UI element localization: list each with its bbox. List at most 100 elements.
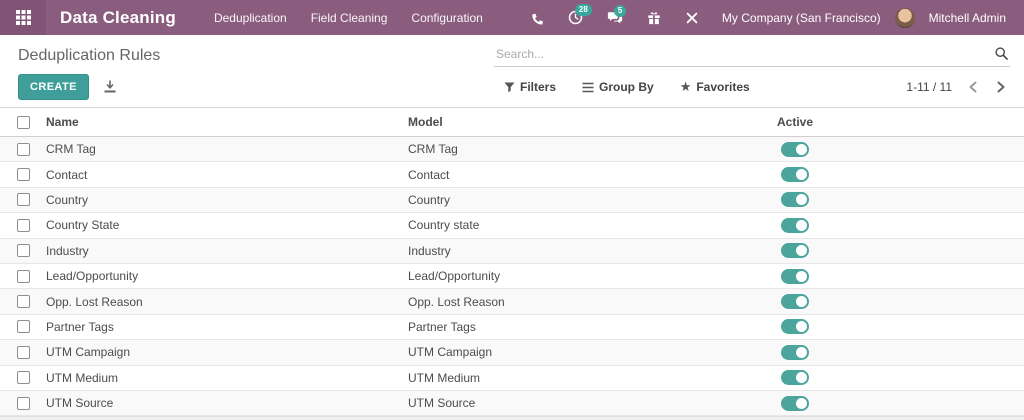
filters-button[interactable]: Filters xyxy=(504,80,556,94)
toggle-knob xyxy=(796,397,807,409)
table-row[interactable]: UTM Campaign UTM Campaign xyxy=(0,340,1024,366)
active-toggle[interactable] xyxy=(781,294,809,310)
rule-model: Country state xyxy=(408,218,480,233)
rule-model: Partner Tags xyxy=(408,319,476,334)
systray: 28 5 My Company (San Francisco) Mitchell… xyxy=(521,2,1024,33)
rule-name: Country xyxy=(46,192,89,207)
row-checkbox[interactable] xyxy=(16,193,30,207)
active-toggle[interactable] xyxy=(781,395,809,411)
row-checkbox[interactable] xyxy=(16,396,30,410)
group-by-label: Group By xyxy=(599,80,654,94)
select-all-checkbox[interactable] xyxy=(16,115,30,129)
toggle-knob xyxy=(796,143,807,155)
rule-model: Country xyxy=(408,192,451,207)
table-row[interactable]: Partner Tags Partner Tags xyxy=(0,314,1024,341)
company-switcher[interactable]: My Company (San Francisco) xyxy=(714,11,889,25)
table-row[interactable]: CRM Tag CRM Tag xyxy=(0,137,1024,163)
toggle-knob xyxy=(796,169,807,181)
toggle-knob xyxy=(796,245,807,257)
main-menu: Deduplication Field Cleaning Configuration xyxy=(204,1,493,35)
apps-grid-icon xyxy=(15,10,31,25)
rule-model: Industry xyxy=(408,243,451,258)
control-panel: Deduplication Rules CREATE xyxy=(0,35,1024,107)
app-title[interactable]: Data Cleaning xyxy=(60,8,176,28)
active-toggle[interactable] xyxy=(781,319,809,335)
table-row[interactable]: Opp. Lost Reason Opp. Lost Reason xyxy=(0,289,1024,315)
active-toggle[interactable] xyxy=(781,141,809,157)
toggle-knob xyxy=(796,346,807,358)
column-header-name[interactable]: Name xyxy=(46,115,408,129)
rule-name: Lead/Opportunity xyxy=(46,269,139,284)
rule-name: UTM Campaign xyxy=(46,345,131,360)
tools-button[interactable] xyxy=(676,3,708,33)
row-checkbox[interactable] xyxy=(16,371,30,385)
active-toggle[interactable] xyxy=(781,344,809,360)
table-row[interactable]: Industry Industry xyxy=(0,238,1024,264)
rule-model: Lead/Opportunity xyxy=(408,269,501,284)
group-by-bars-icon xyxy=(582,82,594,92)
create-button[interactable]: CREATE xyxy=(18,74,89,100)
activities-button[interactable]: 28 xyxy=(559,2,592,33)
messages-button[interactable]: 5 xyxy=(598,3,632,33)
rule-model: CRM Tag xyxy=(408,142,458,157)
active-toggle[interactable] xyxy=(781,243,809,259)
nav-item-field-cleaning[interactable]: Field Cleaning xyxy=(301,1,398,35)
active-toggle[interactable] xyxy=(781,192,809,208)
top-navbar: Data Cleaning Deduplication Field Cleanin… xyxy=(0,0,1024,35)
table-row[interactable]: Contact Contact xyxy=(0,162,1024,188)
star-icon: ★ xyxy=(679,79,692,94)
rule-name: Contact xyxy=(46,167,88,182)
search-icon[interactable] xyxy=(995,47,1008,63)
row-checkbox[interactable] xyxy=(16,345,30,359)
column-header-model[interactable]: Model xyxy=(408,115,740,129)
table-row[interactable]: UTM Source UTM Source xyxy=(0,390,1024,417)
table-body: CRM Tag CRM Tag Contact Contact Country Count… xyxy=(0,137,1024,417)
row-checkbox[interactable] xyxy=(16,168,30,182)
rule-name: UTM Medium xyxy=(46,370,119,385)
gift-button[interactable] xyxy=(638,3,670,33)
favorites-button[interactable]: ★ Favorites xyxy=(680,79,750,95)
row-checkbox[interactable] xyxy=(16,218,30,232)
row-checkbox[interactable] xyxy=(16,269,30,283)
user-avatar[interactable] xyxy=(894,7,915,28)
filters-label: Filters xyxy=(520,80,557,94)
group-by-button[interactable]: Group By xyxy=(582,80,654,94)
message-count-badge: 5 xyxy=(613,4,627,17)
active-toggle[interactable] xyxy=(781,268,809,284)
row-checkbox[interactable] xyxy=(16,244,30,258)
rule-model: Contact xyxy=(408,167,450,182)
pager-next-button[interactable] xyxy=(994,79,1008,95)
voip-phone-button[interactable] xyxy=(521,3,553,33)
user-menu[interactable]: Mitchell Admin xyxy=(921,11,1014,25)
rule-name: CRM Tag xyxy=(46,142,96,157)
pager-previous-button[interactable] xyxy=(966,79,980,95)
phone-icon xyxy=(532,13,543,24)
active-toggle[interactable] xyxy=(781,370,809,386)
rule-model: UTM Source xyxy=(408,396,476,411)
rule-model: Opp. Lost Reason xyxy=(408,294,505,309)
table-row[interactable]: Lead/Opportunity Lead/Opportunity xyxy=(0,263,1024,290)
page-title: Deduplication Rules xyxy=(18,47,161,64)
row-checkbox[interactable] xyxy=(16,142,30,156)
column-header-active[interactable]: Active xyxy=(740,115,850,129)
nav-item-deduplication[interactable]: Deduplication xyxy=(204,1,297,35)
search-box xyxy=(494,43,1010,67)
row-checkbox[interactable] xyxy=(16,295,30,309)
active-toggle[interactable] xyxy=(781,167,809,183)
active-toggle[interactable] xyxy=(781,217,809,233)
table-row[interactable]: Country Country xyxy=(0,187,1024,214)
row-checkbox[interactable] xyxy=(16,320,30,334)
favorites-label: Favorites xyxy=(696,80,750,94)
apps-menu-button[interactable] xyxy=(0,0,46,35)
export-download-button[interactable] xyxy=(103,80,117,94)
table-row[interactable]: Country State Country state xyxy=(0,213,1024,239)
rule-model: UTM Campaign xyxy=(408,345,493,360)
rule-name: Partner Tags xyxy=(46,319,114,334)
table-row[interactable]: UTM Medium UTM Medium xyxy=(0,365,1024,391)
nav-item-configuration[interactable]: Configuration xyxy=(401,1,492,35)
search-input[interactable] xyxy=(494,43,1010,66)
filter-funnel-icon xyxy=(504,81,515,92)
toggle-knob xyxy=(796,194,807,206)
toggle-knob xyxy=(796,270,807,282)
search-options: Filters Group By ★ Favorites xyxy=(504,79,750,95)
